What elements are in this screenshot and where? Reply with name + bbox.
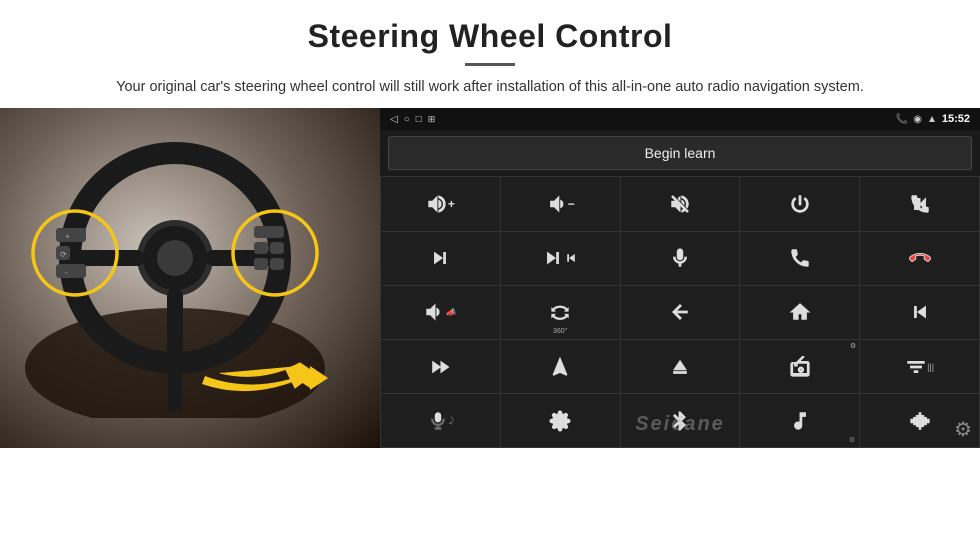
- vol-down-button[interactable]: −: [501, 177, 620, 230]
- steering-wheel-svg: + ⟳ -: [20, 118, 330, 418]
- status-bar: ◁ ○ □ ⊞ 📞 ◉ ▲ 15:52: [380, 108, 980, 130]
- controls-grid: + −: [380, 176, 980, 448]
- nav-home-icon[interactable]: ○: [404, 114, 410, 125]
- hang-up-button[interactable]: [860, 232, 979, 285]
- equalizer-button[interactable]: |||: [860, 340, 979, 393]
- page-title: Steering Wheel Control: [60, 18, 920, 55]
- android-screen: ◁ ○ □ ⊞ 📞 ◉ ▲ 15:52 Begin learn: [380, 108, 980, 448]
- status-bar-left: ◁ ○ □ ⊞: [390, 114, 435, 125]
- eject-button[interactable]: [621, 340, 740, 393]
- nav-recents-icon[interactable]: □: [416, 114, 422, 125]
- back-nav-button[interactable]: [621, 286, 740, 339]
- status-bar-right: 📞 ◉ ▲ 15:52: [896, 113, 970, 125]
- radio-button[interactable]: ⚙: [740, 340, 859, 393]
- bluetooth-button[interactable]: [621, 394, 740, 447]
- fast-forward-button[interactable]: [381, 340, 500, 393]
- power-button[interactable]: [740, 177, 859, 230]
- content-row: + ⟳ -: [0, 108, 980, 548]
- 360-view-button[interactable]: 360°: [501, 286, 620, 339]
- nav-back-icon[interactable]: ◁: [390, 114, 398, 125]
- header-section: Steering Wheel Control Your original car…: [0, 0, 980, 108]
- mic2-button[interactable]: ⤸: [381, 394, 500, 447]
- gps-nav-button[interactable]: [501, 340, 620, 393]
- begin-learn-row: Begin learn: [380, 130, 980, 176]
- wifi-icon: ▲: [927, 114, 937, 125]
- title-divider: [465, 63, 515, 66]
- vol-mute-button[interactable]: [621, 177, 740, 230]
- svg-text:⟳: ⟳: [60, 250, 67, 259]
- begin-learn-button[interactable]: Begin learn: [388, 136, 972, 170]
- mic-button[interactable]: [621, 232, 740, 285]
- call-prev-button[interactable]: [860, 177, 979, 230]
- prev-track-button[interactable]: [860, 286, 979, 339]
- car-image: + ⟳ -: [0, 108, 380, 448]
- home-nav-button[interactable]: [740, 286, 859, 339]
- phone-call-button[interactable]: [740, 232, 859, 285]
- horn-button[interactable]: 📣: [381, 286, 500, 339]
- grid-icon: ⊞: [428, 114, 436, 125]
- music-button[interactable]: ⚙: [740, 394, 859, 447]
- phone-icon: 📞: [896, 114, 908, 125]
- vol-up-button[interactable]: +: [381, 177, 500, 230]
- settings-wheel-button[interactable]: [501, 394, 620, 447]
- seek-forward-button[interactable]: [501, 232, 620, 285]
- next-track-button[interactable]: [381, 232, 500, 285]
- settings-gear-icon[interactable]: ⚙: [954, 417, 972, 442]
- svg-text:+: +: [65, 232, 70, 241]
- time-display: 15:52: [942, 113, 970, 125]
- location-icon: ◉: [913, 114, 922, 125]
- page-subtitle: Your original car's steering wheel contr…: [80, 76, 900, 98]
- svg-text:-: -: [65, 268, 68, 277]
- page-container: Steering Wheel Control Your original car…: [0, 0, 980, 548]
